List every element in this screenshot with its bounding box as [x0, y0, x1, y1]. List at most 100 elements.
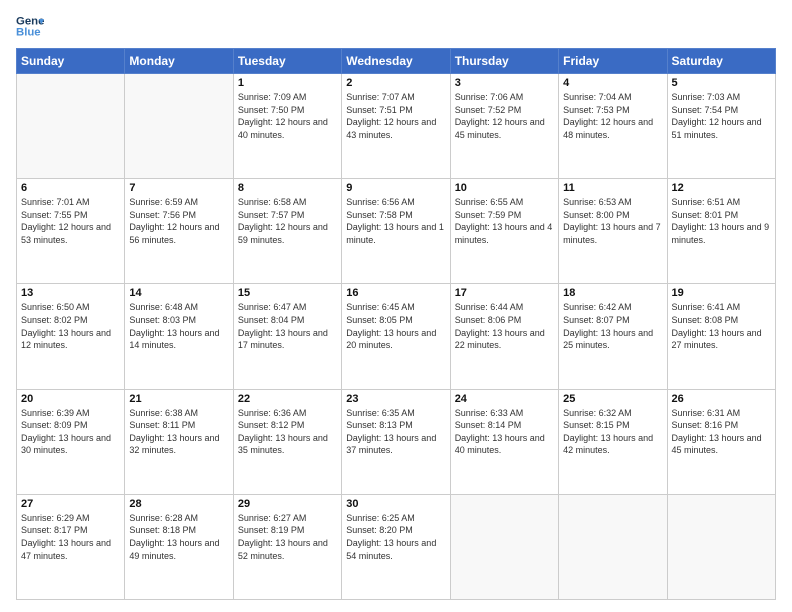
calendar-cell: 23 Sunrise: 6:35 AM Sunset: 8:13 PM Dayli…: [342, 389, 450, 494]
calendar-cell: 8 Sunrise: 6:58 AM Sunset: 7:57 PM Daylig…: [233, 179, 341, 284]
day-number: 20: [21, 393, 120, 405]
day-info: Sunrise: 6:33 AM Sunset: 8:14 PM Dayligh…: [455, 407, 554, 457]
calendar-cell: 30 Sunrise: 6:25 AM Sunset: 8:20 PM Dayli…: [342, 494, 450, 599]
weekday-header: Wednesday: [342, 49, 450, 74]
day-number: 19: [672, 287, 771, 299]
day-info: Sunrise: 6:58 AM Sunset: 7:57 PM Dayligh…: [238, 196, 337, 246]
day-info: Sunrise: 6:45 AM Sunset: 8:05 PM Dayligh…: [346, 301, 445, 351]
day-number: 13: [21, 287, 120, 299]
logo-icon: General Blue: [16, 12, 44, 40]
day-number: 17: [455, 287, 554, 299]
day-number: 23: [346, 393, 445, 405]
weekday-header: Saturday: [667, 49, 775, 74]
day-info: Sunrise: 7:06 AM Sunset: 7:52 PM Dayligh…: [455, 91, 554, 141]
day-number: 26: [672, 393, 771, 405]
calendar-cell: 6Sunrise: 7:01 AM Sunset: 7:55 PM Daylig…: [17, 179, 125, 284]
calendar-cell: 18Sunrise: 6:42 AM Sunset: 8:07 PM Dayli…: [559, 284, 667, 389]
day-number: 27: [21, 498, 120, 510]
weekday-header: Friday: [559, 49, 667, 74]
calendar-cell: [17, 74, 125, 179]
day-info: Sunrise: 6:35 AM Sunset: 8:13 PM Dayligh…: [346, 407, 445, 457]
calendar-week-row: 20 Sunrise: 6:39 AM Sunset: 8:09 PM Dayli…: [17, 389, 776, 494]
calendar-cell: 29Sunrise: 6:27 AM Sunset: 8:19 PM Dayli…: [233, 494, 341, 599]
day-info: Sunrise: 6:25 AM Sunset: 8:20 PM Dayligh…: [346, 512, 445, 562]
weekday-header: Thursday: [450, 49, 558, 74]
calendar-cell: 20 Sunrise: 6:39 AM Sunset: 8:09 PM Dayli…: [17, 389, 125, 494]
day-number: 3: [455, 77, 554, 89]
calendar-cell: [125, 74, 233, 179]
calendar-week-row: 27 Sunrise: 6:29 AM Sunset: 8:17 PM Dayli…: [17, 494, 776, 599]
calendar-cell: 10 Sunrise: 6:55 AM Sunset: 7:59 PM Dayli…: [450, 179, 558, 284]
day-info: Sunrise: 6:31 AM Sunset: 8:16 PM Dayligh…: [672, 407, 771, 457]
day-number: 11: [563, 182, 662, 194]
day-info: Sunrise: 6:48 AM Sunset: 8:03 PM Dayligh…: [129, 301, 228, 351]
calendar-cell: 5Sunrise: 7:03 AM Sunset: 7:54 PM Daylig…: [667, 74, 775, 179]
day-info: Sunrise: 6:47 AM Sunset: 8:04 PM Dayligh…: [238, 301, 337, 351]
weekday-header: Tuesday: [233, 49, 341, 74]
day-number: 15: [238, 287, 337, 299]
day-number: 9: [346, 182, 445, 194]
day-number: 22: [238, 393, 337, 405]
day-number: 24: [455, 393, 554, 405]
day-info: Sunrise: 6:56 AM Sunset: 7:58 PM Dayligh…: [346, 196, 445, 246]
calendar-cell: 28Sunrise: 6:28 AM Sunset: 8:18 PM Dayli…: [125, 494, 233, 599]
calendar-cell: 19Sunrise: 6:41 AM Sunset: 8:08 PM Dayli…: [667, 284, 775, 389]
day-number: 2: [346, 77, 445, 89]
logo: General Blue: [16, 12, 44, 40]
weekday-header: Monday: [125, 49, 233, 74]
day-number: 21: [129, 393, 228, 405]
calendar-cell: 15 Sunrise: 6:47 AM Sunset: 8:04 PM Dayli…: [233, 284, 341, 389]
day-info: Sunrise: 6:59 AM Sunset: 7:56 PM Dayligh…: [129, 196, 228, 246]
svg-text:Blue: Blue: [16, 27, 41, 39]
calendar-cell: 11 Sunrise: 6:53 AM Sunset: 8:00 PM Dayli…: [559, 179, 667, 284]
day-number: 8: [238, 182, 337, 194]
day-info: Sunrise: 6:51 AM Sunset: 8:01 PM Dayligh…: [672, 196, 771, 246]
calendar-cell: 26 Sunrise: 6:31 AM Sunset: 8:16 PM Dayli…: [667, 389, 775, 494]
day-info: Sunrise: 6:44 AM Sunset: 8:06 PM Dayligh…: [455, 301, 554, 351]
calendar-cell: 14 Sunrise: 6:48 AM Sunset: 8:03 PM Dayli…: [125, 284, 233, 389]
day-info: Sunrise: 6:36 AM Sunset: 8:12 PM Dayligh…: [238, 407, 337, 457]
calendar-cell: 22 Sunrise: 6:36 AM Sunset: 8:12 PM Dayli…: [233, 389, 341, 494]
calendar-cell: 12 Sunrise: 6:51 AM Sunset: 8:01 PM Dayli…: [667, 179, 775, 284]
calendar-week-row: 13 Sunrise: 6:50 AM Sunset: 8:02 PM Dayli…: [17, 284, 776, 389]
day-number: 6: [21, 182, 120, 194]
calendar-cell: 3 Sunrise: 7:06 AM Sunset: 7:52 PM Daylig…: [450, 74, 558, 179]
calendar-cell: 21Sunrise: 6:38 AM Sunset: 8:11 PM Dayli…: [125, 389, 233, 494]
day-number: 30: [346, 498, 445, 510]
calendar-cell: 16Sunrise: 6:45 AM Sunset: 8:05 PM Dayli…: [342, 284, 450, 389]
day-number: 1: [238, 77, 337, 89]
calendar-cell: 27 Sunrise: 6:29 AM Sunset: 8:17 PM Dayli…: [17, 494, 125, 599]
day-number: 14: [129, 287, 228, 299]
day-number: 4: [563, 77, 662, 89]
page: General Blue SundayMondayTuesdayWednesda…: [0, 0, 792, 612]
calendar-cell: [450, 494, 558, 599]
day-info: Sunrise: 7:07 AM Sunset: 7:51 PM Dayligh…: [346, 91, 445, 141]
day-info: Sunrise: 6:53 AM Sunset: 8:00 PM Dayligh…: [563, 196, 662, 246]
calendar-cell: 13 Sunrise: 6:50 AM Sunset: 8:02 PM Dayli…: [17, 284, 125, 389]
calendar-cell: [667, 494, 775, 599]
day-info: Sunrise: 6:50 AM Sunset: 8:02 PM Dayligh…: [21, 301, 120, 351]
day-info: Sunrise: 7:09 AM Sunset: 7:50 PM Dayligh…: [238, 91, 337, 141]
day-number: 10: [455, 182, 554, 194]
calendar-cell: [559, 494, 667, 599]
calendar-cell: 4 Sunrise: 7:04 AM Sunset: 7:53 PM Daylig…: [559, 74, 667, 179]
day-number: 12: [672, 182, 771, 194]
day-number: 28: [129, 498, 228, 510]
calendar-cell: 7Sunrise: 6:59 AM Sunset: 7:56 PM Daylig…: [125, 179, 233, 284]
day-info: Sunrise: 7:04 AM Sunset: 7:53 PM Dayligh…: [563, 91, 662, 141]
day-info: Sunrise: 7:03 AM Sunset: 7:54 PM Dayligh…: [672, 91, 771, 141]
day-number: 29: [238, 498, 337, 510]
day-info: Sunrise: 6:42 AM Sunset: 8:07 PM Dayligh…: [563, 301, 662, 351]
svg-text:General: General: [16, 15, 44, 27]
weekday-header-row: SundayMondayTuesdayWednesdayThursdayFrid…: [17, 49, 776, 74]
day-number: 25: [563, 393, 662, 405]
day-info: Sunrise: 6:55 AM Sunset: 7:59 PM Dayligh…: [455, 196, 554, 246]
header: General Blue: [16, 12, 776, 40]
day-info: Sunrise: 6:32 AM Sunset: 8:15 PM Dayligh…: [563, 407, 662, 457]
day-info: Sunrise: 6:29 AM Sunset: 8:17 PM Dayligh…: [21, 512, 120, 562]
calendar-cell: 17 Sunrise: 6:44 AM Sunset: 8:06 PM Dayli…: [450, 284, 558, 389]
calendar-cell: 2 Sunrise: 7:07 AM Sunset: 7:51 PM Daylig…: [342, 74, 450, 179]
day-info: Sunrise: 6:39 AM Sunset: 8:09 PM Dayligh…: [21, 407, 120, 457]
calendar-week-row: 1 Sunrise: 7:09 AM Sunset: 7:50 PM Daylig…: [17, 74, 776, 179]
calendar-cell: 1 Sunrise: 7:09 AM Sunset: 7:50 PM Daylig…: [233, 74, 341, 179]
